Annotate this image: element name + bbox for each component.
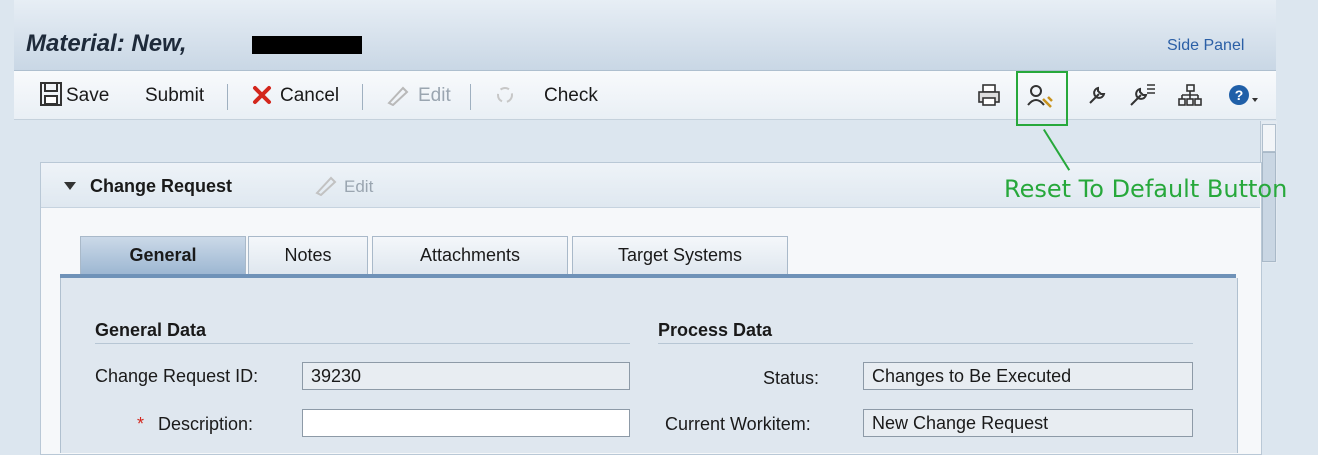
description-field[interactable] [302,409,630,437]
side-panel-link[interactable]: Side Panel [1167,37,1244,55]
change-request-id-label: Change Request ID: [95,366,259,386]
current-workitem-label: Current Workitem: [665,414,811,434]
check-icon [495,84,515,111]
edit-button: Edit [418,85,451,106]
tab-strip-line [60,274,1236,278]
help-icon[interactable]: ? [1228,83,1260,112]
toolbar-separator [227,84,228,110]
page-title: Material: New, [26,30,187,57]
change-request-id-field[interactable]: 39230 [302,362,630,390]
title-bar [14,0,1276,71]
tab-general[interactable]: General [80,236,246,274]
edit-icon [386,84,410,111]
save-button[interactable]: Save [66,85,109,107]
tab-attachments[interactable]: Attachments [372,236,568,274]
redacted-text [252,36,362,54]
annotation-highlight-box [1016,71,1068,126]
tab-target-systems[interactable]: Target Systems [572,236,788,274]
toolbar-separator [470,84,471,110]
cancel-icon[interactable] [252,85,272,110]
status-field[interactable]: Changes to Be Executed [863,362,1193,390]
check-button[interactable]: Check [544,85,598,107]
personalize-icon[interactable] [1127,82,1157,113]
tab-notes[interactable]: Notes [248,236,368,274]
hierarchy-icon[interactable] [1178,83,1202,112]
settings-wrench-icon[interactable] [1085,83,1109,112]
cancel-button[interactable]: Cancel [280,85,339,107]
save-icon[interactable] [40,82,62,111]
annotation-label: Reset To Default Button [1004,175,1288,203]
collapse-triangle-icon[interactable] [64,182,76,190]
process-data-heading: Process Data [658,320,773,340]
scroll-up-arrow-icon[interactable] [1262,124,1276,152]
panel-title[interactable]: Change Request [90,176,232,197]
general-data-heading: General Data [95,320,207,340]
description-label: Description: [158,414,254,434]
current-workitem-field[interactable]: New Change Request [863,409,1193,437]
panel-edit-button: Edit [344,177,374,196]
required-marker: * [137,414,145,434]
submit-button[interactable]: Submit [145,85,204,107]
section-divider [658,343,1193,344]
svg-text:?: ? [1235,87,1244,103]
panel-edit-icon [314,174,340,201]
status-label: Status: [763,368,820,388]
toolbar-separator [362,84,363,110]
section-divider [95,343,630,344]
scroll-thumb[interactable] [1262,152,1276,262]
print-icon[interactable] [977,83,1001,112]
